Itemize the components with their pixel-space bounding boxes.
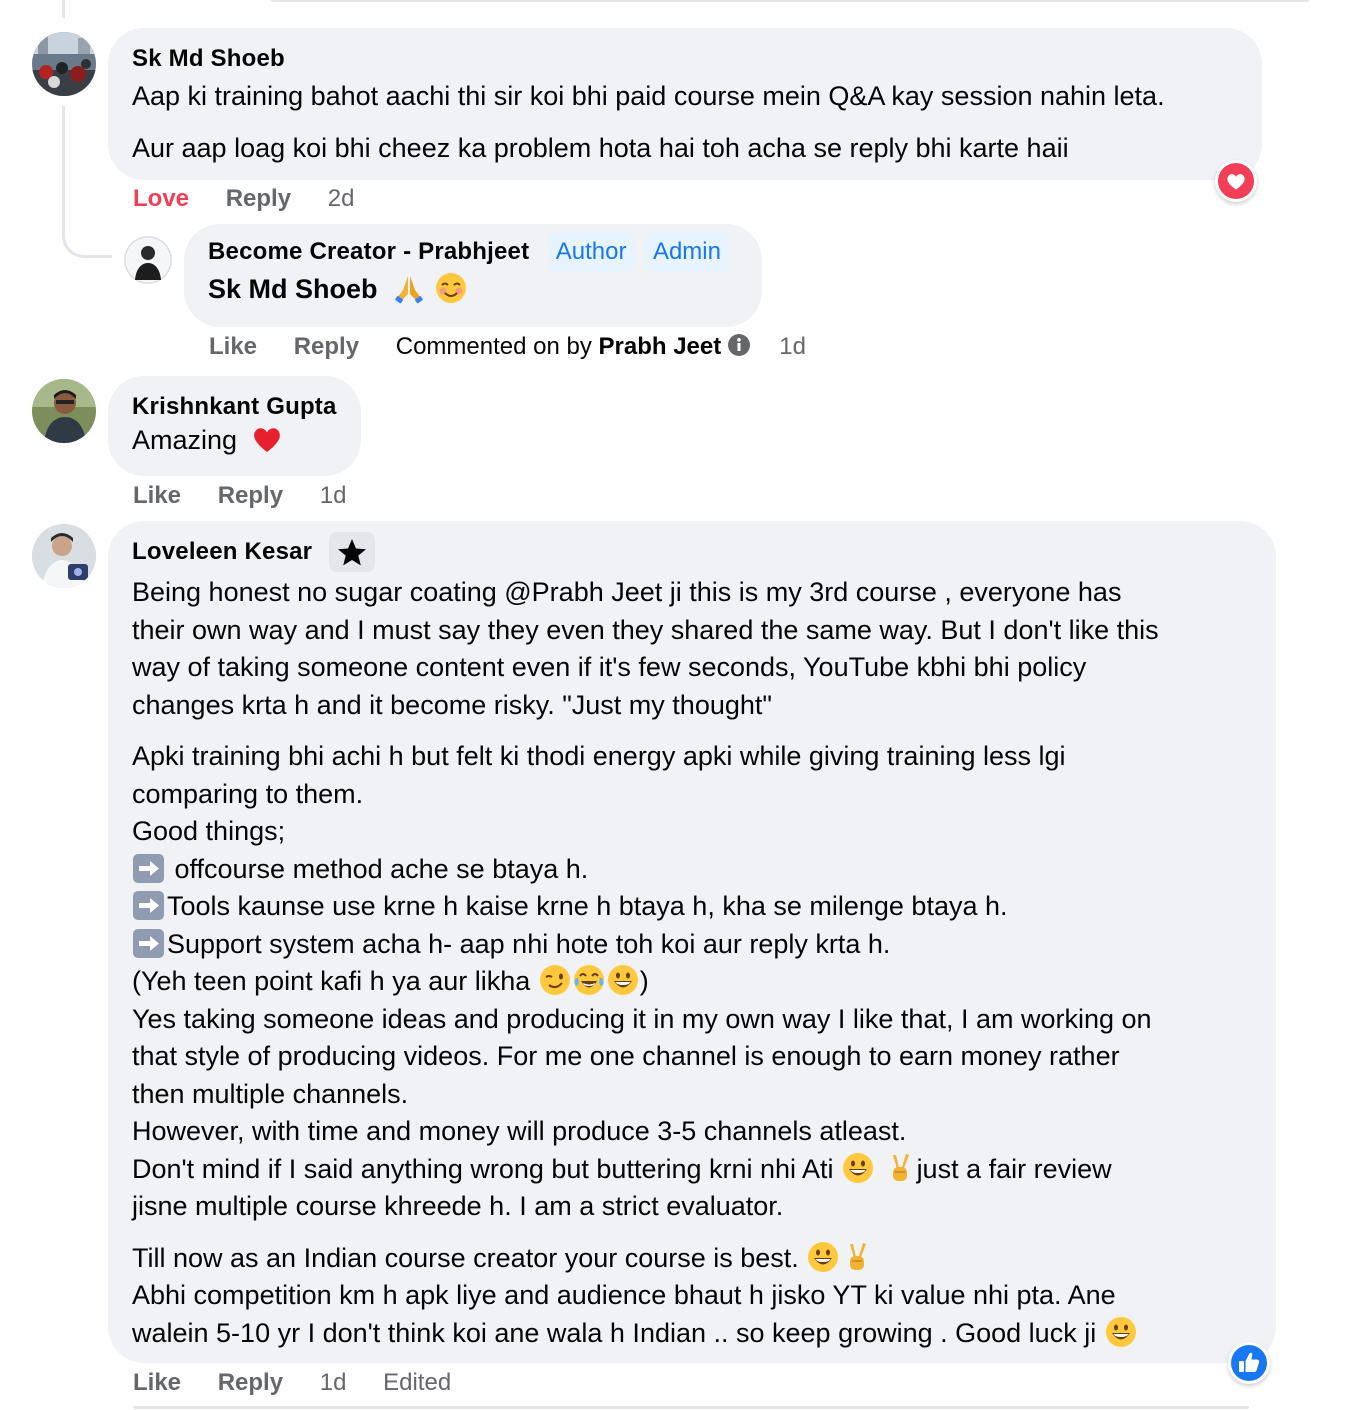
comment-bubble: Krishnkant Gupta Amazing: [108, 376, 361, 476]
comment-author[interactable]: Krishnkant Gupta: [132, 392, 337, 422]
comment-text-line: that style of producing videos. For me o…: [132, 1041, 1120, 1071]
grinning-face-emoji: [842, 1152, 874, 1184]
winking-face-emoji: [539, 964, 571, 996]
comment-text: Amazing: [132, 422, 337, 460]
comment-bubble: Sk Md Shoeb Aap ki training bahot aachi …: [108, 28, 1262, 180]
folded-hands-emoji: [393, 272, 425, 304]
comment-text-line: their own way and I must say they even t…: [132, 614, 1159, 645]
comment-text-line: Aap ki training bahot aachi thi sir koi …: [132, 81, 1165, 111]
like-link[interactable]: Like: [209, 332, 257, 362]
heart-reaction-icon[interactable]: [1215, 160, 1257, 202]
like-reaction-icon[interactable]: [1228, 1342, 1270, 1384]
reply-link[interactable]: Reply: [218, 1368, 283, 1398]
avatar[interactable]: [32, 379, 96, 443]
comment-text-line: jisne multiple course khreede h. I am a …: [132, 1191, 784, 1221]
comment-text-line: However, with time and money will produc…: [132, 1116, 907, 1146]
comment-bubble: Loveleen Kesar Being honest no sugar coa…: [108, 521, 1276, 1363]
comment-text-line: Being honest no sugar coating @Prabh Jee…: [132, 577, 1122, 607]
timestamp[interactable]: 1d: [320, 481, 347, 511]
avatar[interactable]: [32, 32, 96, 96]
comment-text-line: Amazing: [132, 425, 238, 455]
avatar[interactable]: [124, 236, 172, 284]
info-icon[interactable]: [727, 333, 751, 357]
grinning-face-emoji: [807, 1241, 839, 1273]
right-arrow-emoji: [132, 928, 165, 959]
comment-text-line: Don't mind if I said anything wrong but …: [132, 1151, 1252, 1189]
victory-hand-emoji: [841, 1241, 873, 1273]
thread-line-top: [62, 0, 65, 18]
victory-hand-emoji: [884, 1152, 916, 1184]
mention-link[interactable]: Sk Md Shoeb: [208, 274, 378, 304]
commented-on-by-label: Commented on by: [395, 333, 592, 360]
bullet-text: Support system acha h- aap nhi hote toh …: [167, 928, 891, 959]
reply-link[interactable]: Reply: [226, 184, 291, 214]
reply-bubble: Become Creator - Prabhjeet Author Admin …: [184, 224, 762, 327]
like-link[interactable]: Like: [133, 481, 181, 511]
reply-actions: Like Reply Commented on by Prabh Jeet 1d: [209, 332, 836, 362]
timestamp[interactable]: 2d: [328, 184, 355, 214]
bullet-item: Tools kaunse use krne h kaise krne h bta…: [132, 888, 1252, 926]
avatar[interactable]: [32, 524, 96, 588]
text-segment: ): [639, 966, 649, 996]
comment-text-line: Aur aap loag koi bhi cheez ka problem ho…: [132, 132, 1069, 163]
reply-link[interactable]: Reply: [294, 332, 359, 362]
bullet-item: offcourse method ache se btaya h.: [132, 851, 1252, 889]
like-link[interactable]: Like: [133, 1368, 181, 1398]
tears-of-joy-emoji: [573, 964, 605, 996]
comment-text-line: walein 5-10 yr I don't think koi ane wal…: [132, 1315, 1252, 1353]
comment-text-line: Apki training bhi achi h but felt ki tho…: [132, 741, 1066, 771]
comment-text-line: changes krta h and it become risky. "Jus…: [132, 689, 772, 720]
text-segment: just a fair review: [916, 1153, 1112, 1184]
bullet-item: Support system acha h- aap nhi hote toh …: [132, 926, 1252, 964]
text-segment: walein 5-10 yr I don't think koi ane wal…: [132, 1317, 1104, 1348]
comment-text-line: Yes taking someone ideas and producing i…: [132, 1003, 1152, 1034]
reply-link[interactable]: Reply: [218, 481, 283, 511]
comment-text-line: comparing to them.: [132, 778, 364, 809]
love-reaction-link[interactable]: Love: [133, 184, 189, 214]
commented-on-by-name[interactable]: Prabh Jeet: [599, 333, 722, 360]
right-arrow-emoji: [132, 890, 165, 921]
right-arrow-emoji: [132, 853, 165, 884]
comment-text-line: Abhi competition km h apk liye and audie…: [132, 1280, 1116, 1310]
comment-text-line: Till now as an Indian course creator you…: [132, 1240, 1252, 1278]
comment-text-line: way of taking someone content even if it…: [132, 652, 1087, 682]
star-icon[interactable]: [328, 532, 375, 572]
previous-comment-edge: [270, 0, 1310, 2]
edited-label[interactable]: Edited: [383, 1368, 451, 1398]
comment-author[interactable]: Sk Md Shoeb: [132, 44, 1238, 74]
comment-text-line: Good things;: [132, 816, 286, 846]
comment-text-line: then multiple channels.: [132, 1078, 409, 1109]
comment-actions: Love Reply 2d: [133, 184, 384, 214]
timestamp[interactable]: 1d: [779, 332, 806, 362]
admin-badge: Admin: [644, 232, 729, 272]
comment-author[interactable]: Loveleen Kesar: [132, 538, 312, 565]
next-comment-edge: [133, 1406, 1249, 1409]
bullet-text: offcourse method ache se btaya h.: [167, 853, 589, 884]
comment-actions: Like Reply 1d Edited: [133, 1368, 481, 1398]
thread-connector: [62, 106, 112, 258]
comment-text: Aap ki training bahot aachi thi sir koi …: [132, 78, 1238, 167]
comment-actions: Like Reply 1d: [133, 481, 376, 511]
text-segment: Till now as an Indian course creator you…: [132, 1242, 807, 1273]
bullet-text: Tools kaunse use krne h kaise krne h bta…: [167, 891, 1008, 921]
grinning-face-emoji: [1105, 1316, 1137, 1348]
grinning-face-emoji: [607, 964, 639, 996]
comment-text: Being honest no sugar coating @Prabh Jee…: [132, 574, 1252, 1352]
timestamp[interactable]: 1d: [320, 1368, 347, 1398]
text-segment: (Yeh teen point kafi h ya aur likha: [132, 966, 538, 996]
comment-text-line: (Yeh teen point kafi h ya aur likha ): [132, 963, 1252, 1001]
red-heart-emoji: [251, 423, 283, 455]
reply-author[interactable]: Become Creator - Prabhjeet: [208, 238, 529, 265]
text-segment: Don't mind if I said anything wrong but …: [132, 1153, 842, 1184]
author-badge: Author: [547, 232, 635, 272]
smiling-blush-emoji: [435, 272, 467, 304]
